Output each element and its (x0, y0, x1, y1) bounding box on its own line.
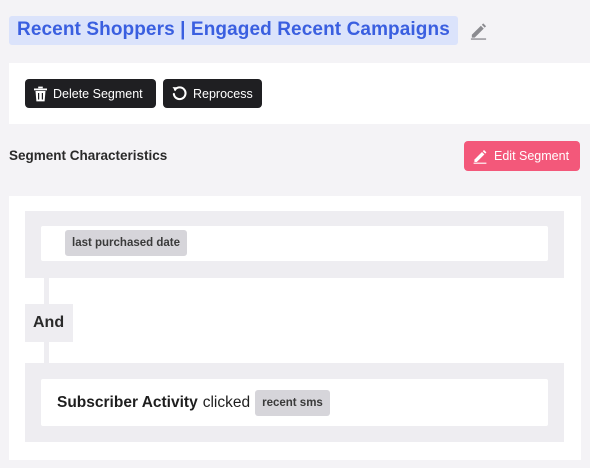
connector-line (44, 342, 49, 363)
edit-segment-button[interactable]: Edit Segment (464, 141, 580, 171)
condition-group: last purchased date (25, 211, 564, 278)
reprocess-button[interactable]: Reprocess (163, 79, 262, 108)
reprocess-label: Reprocess (193, 86, 253, 101)
activity-condition: Subscriber Activity clicked recent sms (57, 379, 330, 426)
segment-toolbar: Delete Segment Reprocess (9, 63, 590, 124)
pencil-icon (473, 150, 487, 164)
pencil-icon[interactable] (469, 20, 489, 40)
condition-group: Subscriber Activity clicked recent sms (25, 363, 564, 442)
delete-segment-button[interactable]: Delete Segment (25, 79, 156, 108)
condition-chip: recent sms (255, 389, 330, 416)
operator-label: And (25, 304, 73, 342)
condition-row: last purchased date (41, 226, 548, 261)
segment-title: Recent Shoppers | Engaged Recent Campaig… (9, 15, 458, 45)
trash-icon (34, 86, 47, 101)
condition-chip: last purchased date (65, 230, 188, 256)
refresh-icon (172, 86, 187, 101)
edit-segment-label: Edit Segment (494, 149, 570, 163)
condition-subject: Subscriber Activity (57, 393, 198, 411)
connector-line (44, 278, 49, 304)
section-heading: Segment Characteristics (9, 148, 168, 163)
title-row: Recent Shoppers | Engaged Recent Campaig… (9, 15, 489, 45)
condition-verb: clicked (202, 393, 251, 411)
delete-segment-label: Delete Segment (53, 86, 143, 101)
characteristics-panel: last purchased date And Subscriber Activ… (9, 196, 581, 460)
condition-row: Subscriber Activity clicked recent sms (41, 379, 548, 426)
